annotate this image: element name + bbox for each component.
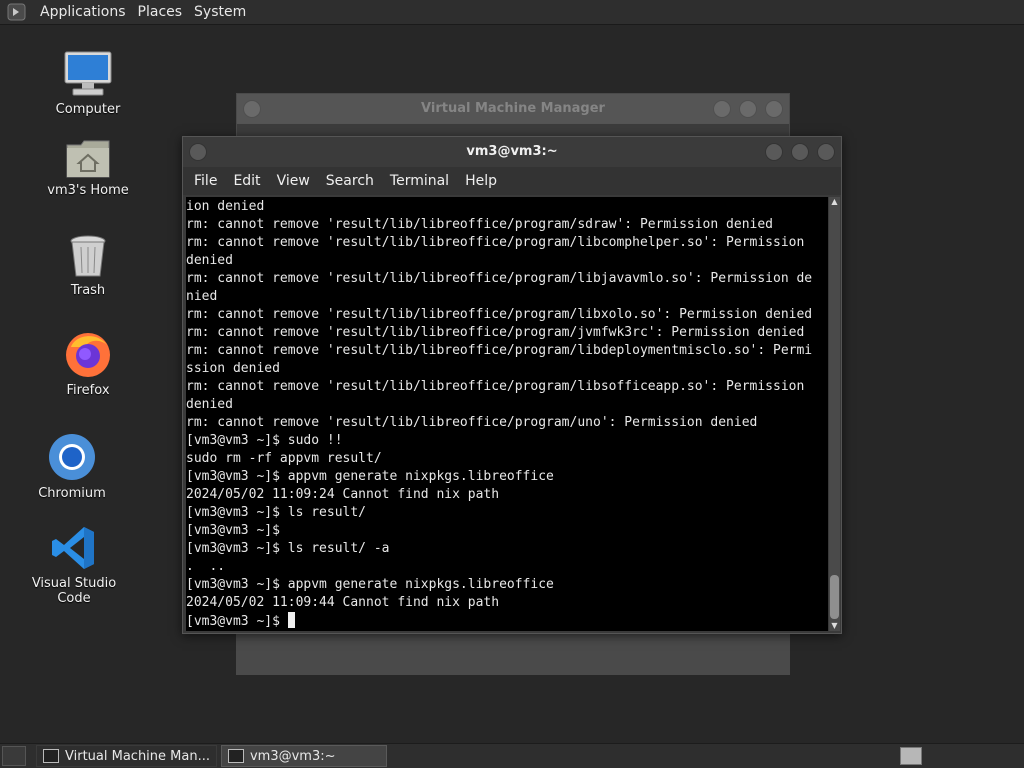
terminal-task-icon: [227, 749, 244, 763]
minimize-button[interactable]: [713, 100, 731, 118]
menu-places[interactable]: Places: [132, 4, 189, 20]
terminal-line: rm: cannot remove 'result/lib/libreoffic…: [186, 343, 813, 358]
terminal-line: [vm3@vm3 ~]$ sudo !!: [186, 433, 343, 448]
desktop-icon-computer[interactable]: Computer: [28, 44, 148, 117]
close-button[interactable]: [817, 143, 835, 161]
terminal-line: ssion denied: [186, 361, 280, 376]
terminal-line: rm: cannot remove 'result/lib/libreoffic…: [186, 307, 813, 322]
maximize-button[interactable]: [791, 143, 809, 161]
desktop-icon-label: vm3's Home: [47, 183, 129, 198]
menu-file[interactable]: File: [186, 173, 225, 189]
minimize-button[interactable]: [765, 143, 783, 161]
desktop-icon-label: Firefox: [66, 383, 110, 398]
scroll-up-arrow-icon[interactable]: ▲: [829, 197, 840, 207]
vscode-icon: [14, 518, 134, 572]
terminal-window[interactable]: vm3@vm3:~ File Edit View Search Terminal…: [182, 136, 842, 634]
terminal-line: 2024/05/02 11:09:24 Cannot find nix path: [186, 487, 500, 502]
bottom-panel: Virtual Machine Man... vm3@vm3:~: [0, 743, 1024, 768]
terminal-line: . ..: [186, 559, 226, 574]
terminal-line: rm: cannot remove 'result/lib/libreoffic…: [186, 235, 805, 250]
window-title: Virtual Machine Manager: [421, 101, 605, 116]
menu-system[interactable]: System: [188, 4, 252, 20]
menu-search[interactable]: Search: [318, 173, 382, 189]
chromium-icon: [12, 428, 132, 482]
menu-applications[interactable]: Applications: [34, 4, 132, 20]
terminal-output[interactable]: ion denied rm: cannot remove 'result/lib…: [186, 197, 828, 631]
terminal-line: [vm3@vm3 ~]$ appvm generate nixpkgs.libr…: [186, 577, 554, 592]
terminal-line: sudo rm -rf appvm result/: [186, 451, 382, 466]
terminal-prompt-line: [vm3@vm3 ~]$: [186, 612, 828, 630]
terminal-cursor: [287, 612, 295, 628]
virt-manager-titlebar[interactable]: Virtual Machine Manager: [237, 94, 789, 124]
virt-manager-task-icon: [43, 749, 59, 763]
taskbar-item-label: vm3@vm3:~: [249, 748, 336, 764]
menu-help[interactable]: Help: [457, 173, 505, 189]
terminal-line: rm: cannot remove 'result/lib/libreoffic…: [186, 217, 773, 232]
window-menu-button[interactable]: [243, 100, 261, 118]
desktop-icon-firefox[interactable]: Firefox: [28, 325, 148, 398]
terminal-titlebar[interactable]: vm3@vm3:~: [183, 137, 841, 167]
window-title: vm3@vm3:~: [466, 144, 558, 159]
taskbar-item-label: Virtual Machine Man...: [65, 748, 210, 764]
terminal-line: 2024/05/02 11:09:44 Cannot find nix path: [186, 595, 500, 610]
scroll-down-arrow-icon[interactable]: ▼: [829, 621, 840, 631]
terminal-line: [vm3@vm3 ~]$ appvm generate nixpkgs.libr…: [186, 469, 554, 484]
trash-icon: [28, 225, 148, 279]
terminal-line: rm: cannot remove 'result/lib/libreoffic…: [186, 325, 805, 340]
desktop-icon-label: Visual Studio Code: [31, 576, 117, 606]
menu-view[interactable]: View: [269, 173, 318, 189]
terminal-line: rm: cannot remove 'result/lib/libreoffic…: [186, 415, 758, 430]
workspace-switcher[interactable]: [900, 747, 922, 765]
terminal-text: ion denied rm: cannot remove 'result/lib…: [186, 197, 828, 630]
top-panel: Applications Places System: [0, 0, 1024, 25]
menu-terminal[interactable]: Terminal: [382, 173, 457, 189]
terminal-line: [vm3@vm3 ~]$ ls result/ -a: [186, 541, 390, 556]
computer-icon: [28, 44, 148, 98]
desktop-icon-label: Computer: [55, 102, 121, 117]
terminal-line: [vm3@vm3 ~]$ ls result/: [186, 505, 367, 520]
desktop-icon-vscode[interactable]: Visual Studio Code: [14, 518, 134, 606]
terminal-prompt: [vm3@vm3 ~]$: [186, 614, 288, 629]
desktop-icon-trash[interactable]: Trash: [28, 225, 148, 298]
show-desktop-button[interactable]: [2, 746, 26, 766]
desktop-icon-home[interactable]: vm3's Home: [28, 125, 148, 198]
terminal-line: rm: cannot remove 'result/lib/libreoffic…: [186, 379, 805, 394]
firefox-icon: [28, 325, 148, 379]
terminal-line: [vm3@vm3 ~]$: [186, 523, 280, 538]
terminal-line: rm: cannot remove 'result/lib/libreoffic…: [186, 271, 813, 286]
terminal-scrollbar[interactable]: ▲ ▼: [829, 197, 840, 631]
terminal-line: denied: [186, 253, 233, 268]
terminal-line: ion denied: [186, 199, 265, 214]
desktop-icon-label: Trash: [70, 283, 106, 298]
terminal-line: nied: [186, 289, 218, 304]
taskbar-item-virt-manager[interactable]: Virtual Machine Man...: [36, 745, 217, 767]
close-button[interactable]: [765, 100, 783, 118]
desktop-icon-chromium[interactable]: Chromium: [12, 428, 132, 501]
window-menu-button[interactable]: [189, 143, 207, 161]
menu-edit[interactable]: Edit: [225, 173, 268, 189]
scroll-thumb[interactable]: [830, 575, 839, 619]
terminal-menubar: File Edit View Search Terminal Help: [183, 167, 841, 195]
terminal-line: denied: [186, 397, 233, 412]
taskbar-item-terminal[interactable]: vm3@vm3:~: [220, 745, 387, 767]
desktop-icon-label: Chromium: [38, 486, 106, 501]
maximize-button[interactable]: [739, 100, 757, 118]
home-folder-icon: [28, 125, 148, 179]
distro-logo-icon[interactable]: [7, 2, 29, 22]
